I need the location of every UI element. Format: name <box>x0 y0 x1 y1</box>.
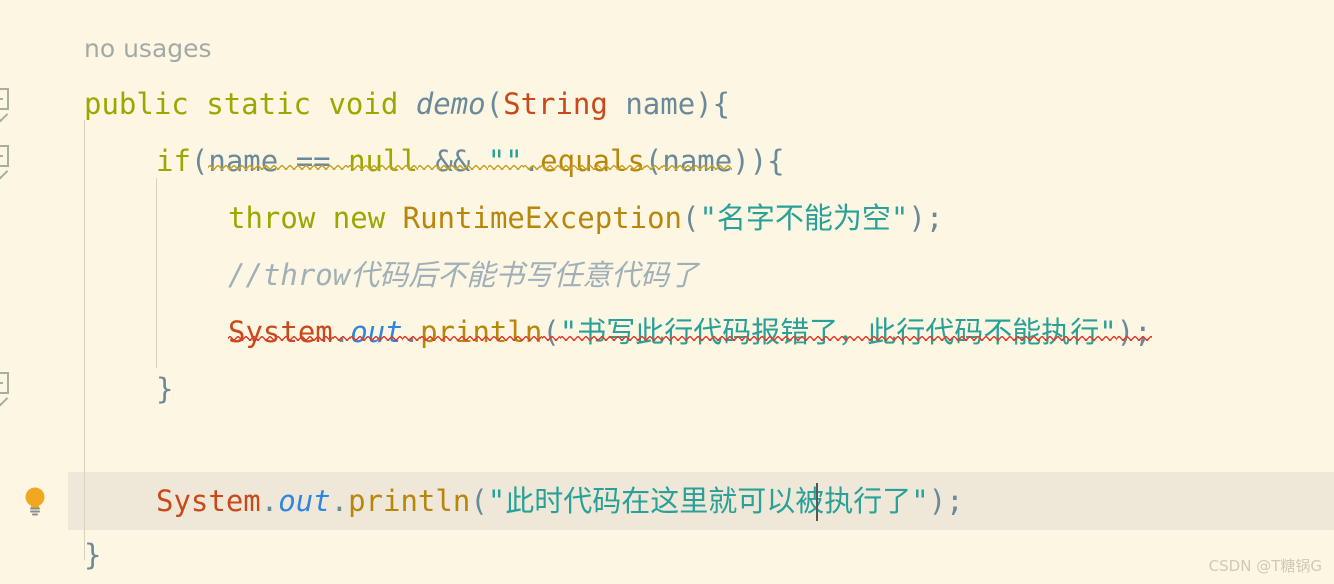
token-line-comment: //throw代码后不能书写任意代码了 <box>228 258 699 292</box>
line-if-condition[interactable]: if(name == null && "".equals(name)){ <box>0 133 1334 190</box>
token-method-println: println <box>348 484 471 518</box>
token-keyword-null: null <box>348 144 418 178</box>
token-keyword-if: if <box>156 144 191 178</box>
token-method-name-demo: demo <box>415 87 486 121</box>
editor-gutter[interactable] <box>0 0 68 584</box>
line-if-close-brace[interactable]: } <box>0 361 1334 418</box>
line-throw[interactable]: throw new RuntimeException("名字不能为空"); <box>0 190 1334 247</box>
token-string-empty: "" <box>487 144 523 178</box>
token-keyword-new: new <box>332 201 386 235</box>
token-brace-close: } <box>156 372 174 406</box>
token-dot: . <box>260 484 279 518</box>
line-no-usages-hint: no usages <box>0 20 1334 77</box>
token-keyword-throw: throw <box>228 201 316 235</box>
token-paren-open: ( <box>470 484 488 518</box>
code-tokens: System.out.println("书写此行代码报错了，此行代码不能执行")… <box>228 304 1152 361</box>
token-paren-close-semicolon: ); <box>908 201 944 235</box>
token-condition-name-equality: name == <box>208 144 349 178</box>
watermark-text: CSDN @T糖锅G <box>1208 557 1322 575</box>
token-keyword-void: void <box>328 87 399 121</box>
text-caret <box>816 483 818 521</box>
token-string-message: "此时代码在这里就可以被执行了" <box>487 484 929 518</box>
token-paren-open: ( <box>644 144 663 178</box>
line-comment[interactable]: //throw代码后不能书写任意代码了 <box>0 247 1334 304</box>
token-method-println: println <box>420 315 543 349</box>
lightbulb-icon[interactable] <box>22 486 48 516</box>
token-field-out: out <box>278 484 331 518</box>
token-arg-name: name <box>662 144 733 178</box>
code-tokens: if(name == null && "".equals(name)){ <box>156 133 785 190</box>
token-class-system: System <box>156 484 261 518</box>
token-class-runtimeexception: RuntimeException <box>402 201 682 235</box>
code-tokens: System.out.println("此时代码在这里就可以被执行了"); <box>156 473 964 530</box>
code-content[interactable]: no usages public static void demo(String… <box>0 0 1334 584</box>
token-paren-open: ( <box>190 144 209 178</box>
line-active-println[interactable]: System.out.println("此时代码在这里就可以被执行了"); <box>0 473 1334 530</box>
token-paren-open: ( <box>682 201 700 235</box>
token-operator-and: && <box>417 144 488 178</box>
token-parens-brace-close: )){ <box>732 144 785 178</box>
token-class-system: System <box>228 315 333 349</box>
fold-marker-method[interactable] <box>0 88 9 123</box>
token-brace-close: } <box>84 538 102 572</box>
no-usages-hint: no usages <box>84 34 212 63</box>
token-paren-open: ( <box>485 87 504 121</box>
token-string-message: "书写此行代码报错了，此行代码不能执行" <box>559 315 1117 349</box>
token-dot: . <box>522 144 541 178</box>
token-brace-open: ){ <box>695 87 731 121</box>
token-paren-close-semicolon: ); <box>928 484 964 518</box>
token-method-equals: equals <box>540 144 645 178</box>
token-keyword-static: static <box>206 87 311 121</box>
token-paren-close-semicolon: ); <box>1116 315 1152 349</box>
token-dot: . <box>330 484 349 518</box>
fold-marker-if-end[interactable] <box>0 372 9 407</box>
fold-marker-if[interactable] <box>0 145 9 180</box>
fold-marker-tail <box>0 106 9 123</box>
line-unreachable-println[interactable]: System.out.println("书写此行代码报错了，此行代码不能执行")… <box>0 304 1334 361</box>
fold-marker-tail <box>0 390 9 407</box>
code-editor[interactable]: no usages public static void demo(String… <box>0 0 1334 584</box>
fold-marker-tail <box>0 163 9 180</box>
token-paren-open: ( <box>542 315 560 349</box>
token-dot: . <box>332 315 351 349</box>
code-tokens: public static void demo(String name){ <box>84 76 730 133</box>
code-tokens: throw new RuntimeException("名字不能为空"); <box>228 190 943 247</box>
token-field-out: out <box>350 315 403 349</box>
token-keyword-public: public <box>84 87 189 121</box>
token-dot: . <box>402 315 421 349</box>
token-string-message: "名字不能为空" <box>699 201 909 235</box>
line-method-signature[interactable]: public static void demo(String name){ <box>0 76 1334 133</box>
token-param-name: name <box>625 87 696 121</box>
line-method-close-brace[interactable]: } <box>0 527 1334 584</box>
token-type-string: String <box>503 87 608 121</box>
